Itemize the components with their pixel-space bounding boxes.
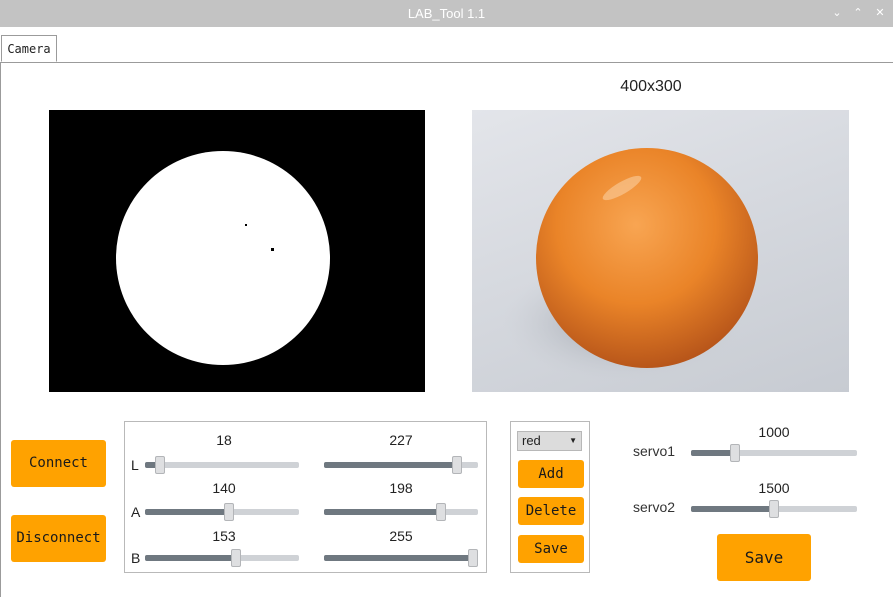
- mask-blob: [116, 151, 330, 365]
- mask-preview: [49, 110, 425, 392]
- slider-fill: [691, 450, 735, 456]
- l-min-value: 18: [216, 432, 232, 448]
- window-title: LAB_Tool 1.1: [407, 6, 486, 21]
- slider-fill: [324, 509, 441, 515]
- servo2-value: 1500: [758, 480, 790, 496]
- slider-handle[interactable]: [730, 444, 740, 462]
- connect-button[interactable]: Connect: [11, 440, 106, 487]
- mask-image: [116, 151, 330, 365]
- camera-image: [502, 148, 758, 382]
- mask-noise-dot: [245, 224, 247, 226]
- slider-fill: [145, 555, 237, 561]
- servo2-label: servo2: [633, 499, 676, 515]
- resolution-label: 400x300: [620, 78, 682, 95]
- close-icon[interactable]: ✕: [872, 4, 888, 22]
- slider-fill: [691, 506, 774, 512]
- servo1-value: 1000: [758, 424, 790, 440]
- window-titlebar: LAB_Tool 1.1 ⌄ ⌃ ✕: [0, 0, 893, 27]
- camera-preview: [472, 110, 849, 392]
- mask-noise-dot: [271, 248, 274, 251]
- l-axis-label: L: [131, 457, 139, 473]
- l-max-slider[interactable]: [324, 456, 478, 474]
- servo2-slider[interactable]: [691, 500, 857, 518]
- l-max-value: 227: [389, 432, 413, 448]
- chevron-down-icon: ▼: [569, 436, 577, 445]
- b-min-slider[interactable]: [145, 549, 299, 567]
- lab-threshold-panel: [124, 421, 487, 573]
- orange-ball: [536, 148, 758, 368]
- add-color-button[interactable]: Add: [518, 460, 584, 488]
- maximize-icon[interactable]: ⌃: [850, 4, 866, 22]
- a-axis-label: A: [131, 504, 141, 520]
- slider-handle[interactable]: [155, 456, 166, 474]
- slider-handle[interactable]: [224, 503, 235, 521]
- tab-pane-border: [0, 62, 1, 597]
- slider-handle[interactable]: [231, 549, 242, 567]
- slider-fill: [145, 509, 230, 515]
- tab-bar-divider: [0, 62, 893, 63]
- tab-camera[interactable]: Camera: [1, 35, 57, 62]
- a-max-slider[interactable]: [324, 503, 478, 521]
- a-max-value: 198: [389, 480, 413, 496]
- delete-color-button[interactable]: Delete: [518, 497, 584, 525]
- slider-handle[interactable]: [435, 503, 446, 521]
- servo1-slider[interactable]: [691, 444, 857, 462]
- slider-handle[interactable]: [769, 500, 779, 518]
- b-min-value: 153: [212, 528, 236, 544]
- minimize-icon[interactable]: ⌄: [829, 4, 845, 22]
- slider-handle[interactable]: [468, 549, 478, 567]
- a-min-slider[interactable]: [145, 503, 299, 521]
- save-color-button[interactable]: Save: [518, 535, 584, 563]
- color-select-value: red: [522, 433, 541, 448]
- l-min-slider[interactable]: [145, 456, 299, 474]
- slider-fill: [324, 555, 473, 561]
- b-max-value: 255: [389, 528, 413, 544]
- b-max-slider[interactable]: [324, 549, 478, 567]
- slider-handle[interactable]: [452, 456, 463, 474]
- b-axis-label: B: [131, 550, 141, 566]
- servo1-label: servo1: [633, 443, 676, 459]
- a-min-value: 140: [212, 480, 236, 496]
- disconnect-button[interactable]: Disconnect: [11, 515, 106, 562]
- save-servo-button[interactable]: Save: [717, 534, 811, 581]
- color-select[interactable]: red ▼: [517, 431, 582, 451]
- slider-fill: [324, 462, 458, 468]
